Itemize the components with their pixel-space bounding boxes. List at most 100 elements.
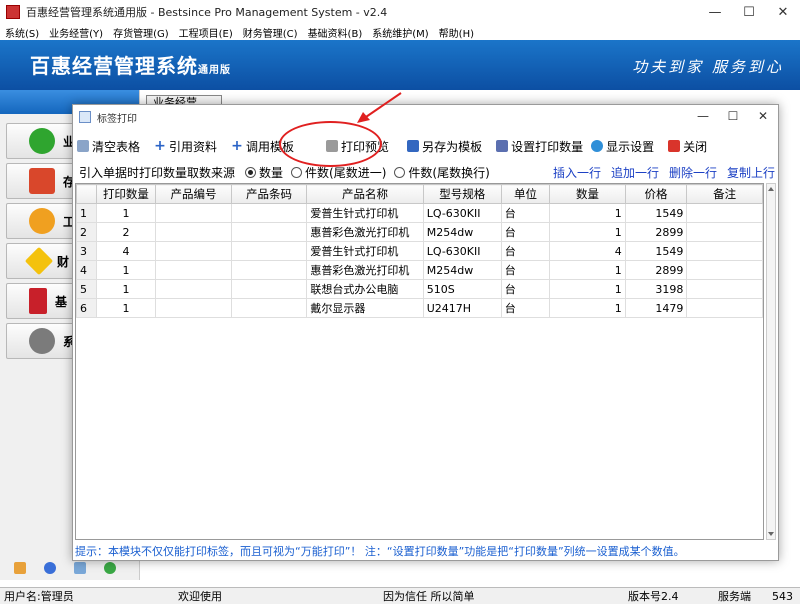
menu-project[interactable]: 工程项目(E): [174, 25, 238, 40]
cell-model[interactable]: U2417H: [422, 298, 502, 318]
menu-basics[interactable]: 基础资料(B): [303, 25, 368, 40]
cell-price[interactable]: 1479: [624, 298, 688, 318]
table-row[interactable]: 4 1 惠普彩色激光打印机 M254dw 台 1 2899: [76, 260, 763, 280]
maximize-icon[interactable]: ☐: [732, 0, 766, 24]
search-icon[interactable]: [74, 562, 86, 574]
col-header-print-qty[interactable]: 打印数量: [95, 184, 157, 204]
col-header-price[interactable]: 价格: [624, 184, 688, 204]
cell-print-qty[interactable]: 1: [95, 298, 157, 318]
menu-system[interactable]: 系统(S): [0, 25, 44, 40]
cell-price[interactable]: 1549: [624, 241, 688, 261]
cell-name[interactable]: 爱普生针式打印机: [306, 203, 424, 223]
display-settings-button[interactable]: 显示设置: [591, 135, 654, 157]
cell-unit[interactable]: 台: [500, 260, 551, 280]
cell-print-qty[interactable]: 1: [95, 260, 157, 280]
cell-model[interactable]: 510S: [422, 279, 502, 299]
cell-barcode[interactable]: [230, 260, 308, 280]
info-icon[interactable]: [44, 562, 56, 574]
table-row[interactable]: 3 4 爱普生针式打印机 LQ-630KII 台 4 1549: [76, 241, 763, 261]
cell-note[interactable]: [686, 203, 763, 223]
cell-barcode[interactable]: [230, 203, 308, 223]
close-icon[interactable]: ✕: [766, 0, 800, 24]
cell-price[interactable]: 2899: [624, 260, 688, 280]
vertical-scrollbar[interactable]: [766, 183, 776, 540]
close-icon[interactable]: ✕: [748, 105, 778, 127]
cell-price[interactable]: 3198: [624, 279, 688, 299]
cell-note[interactable]: [686, 279, 763, 299]
table-row[interactable]: 6 1 戴尔显示器 U2417H 台 1 1479: [76, 298, 763, 318]
clear-table-button[interactable]: 清空表格: [77, 135, 140, 157]
menu-help[interactable]: 帮助(H): [434, 25, 479, 40]
cell-model[interactable]: LQ-630KII: [422, 203, 502, 223]
refresh-icon[interactable]: [104, 562, 116, 574]
cell-code[interactable]: [155, 260, 232, 280]
copy-row-link[interactable]: 复制上行: [727, 164, 775, 181]
cell-note[interactable]: [686, 222, 763, 242]
maximize-icon[interactable]: ☐: [718, 105, 748, 127]
cell-price[interactable]: 2899: [624, 222, 688, 242]
cell-print-qty[interactable]: 1: [95, 279, 157, 299]
col-header-unit[interactable]: 单位: [500, 184, 551, 204]
cell-qty[interactable]: 1: [549, 260, 626, 280]
key-icon[interactable]: [14, 562, 26, 574]
cell-qty[interactable]: 1: [549, 203, 626, 223]
col-header-barcode[interactable]: 产品条码: [230, 184, 308, 204]
import-data-button[interactable]: + 引用资料: [154, 135, 217, 157]
radio-pieces-roundup[interactable]: 件数(尾数进一): [291, 164, 386, 181]
delete-row-link[interactable]: 删除一行: [669, 164, 717, 181]
cell-print-qty[interactable]: 1: [95, 203, 157, 223]
menu-maintenance[interactable]: 系统维护(M): [367, 25, 433, 40]
menu-inventory[interactable]: 存货管理(G): [108, 25, 174, 40]
minimize-icon[interactable]: —: [698, 0, 732, 24]
cell-qty[interactable]: 4: [549, 241, 626, 261]
cell-code[interactable]: [155, 241, 232, 261]
cell-print-qty[interactable]: 4: [95, 241, 157, 261]
cell-name[interactable]: 惠普彩色激光打印机: [306, 260, 424, 280]
cell-name[interactable]: 惠普彩色激光打印机: [306, 222, 424, 242]
cell-model[interactable]: M254dw: [422, 260, 502, 280]
radio-pieces-newline[interactable]: 件数(尾数换行): [394, 164, 490, 181]
insert-row-link[interactable]: 插入一行: [553, 164, 601, 181]
cell-unit[interactable]: 台: [500, 222, 551, 242]
table-row[interactable]: 2 2 惠普彩色激光打印机 M254dw 台 1 2899: [76, 222, 763, 242]
cell-unit[interactable]: 台: [500, 203, 551, 223]
cell-code[interactable]: [155, 298, 232, 318]
col-header-model[interactable]: 型号规格: [422, 184, 502, 204]
save-as-template-button[interactable]: 另存为模板: [407, 135, 482, 157]
cell-code[interactable]: [155, 279, 232, 299]
cell-print-qty[interactable]: 2: [95, 222, 157, 242]
menu-finance[interactable]: 财务管理(C): [238, 25, 303, 40]
col-header-code[interactable]: 产品编号: [155, 184, 232, 204]
minimize-icon[interactable]: —: [688, 105, 718, 127]
col-header-qty[interactable]: 数量: [549, 184, 626, 204]
cell-barcode[interactable]: [230, 298, 308, 318]
set-print-qty-button[interactable]: 设置打印数量: [496, 135, 583, 157]
col-header-note[interactable]: 备注: [686, 184, 763, 204]
menu-business[interactable]: 业务经营(Y): [44, 25, 108, 40]
col-header-name[interactable]: 产品名称: [306, 184, 424, 204]
table-row[interactable]: 5 1 联想台式办公电脑 510S 台 1 3198: [76, 279, 763, 299]
cell-barcode[interactable]: [230, 241, 308, 261]
close-button[interactable]: 关闭: [668, 135, 707, 157]
cell-price[interactable]: 1549: [624, 203, 688, 223]
table-row[interactable]: 1 1 爱普生针式打印机 LQ-630KII 台 1 1549: [76, 203, 763, 223]
cell-note[interactable]: [686, 298, 763, 318]
cell-name[interactable]: 爱普生针式打印机: [306, 241, 424, 261]
cell-barcode[interactable]: [230, 222, 308, 242]
cell-note[interactable]: [686, 260, 763, 280]
radio-quantity[interactable]: 数量: [245, 164, 283, 181]
cell-note[interactable]: [686, 241, 763, 261]
cell-code[interactable]: [155, 203, 232, 223]
cell-unit[interactable]: 台: [500, 279, 551, 299]
append-row-link[interactable]: 追加一行: [611, 164, 659, 181]
cell-qty[interactable]: 1: [549, 222, 626, 242]
cell-name[interactable]: 戴尔显示器: [306, 298, 424, 318]
cell-qty[interactable]: 1: [549, 279, 626, 299]
cell-barcode[interactable]: [230, 279, 308, 299]
cell-unit[interactable]: 台: [500, 241, 551, 261]
cell-model[interactable]: LQ-630KII: [422, 241, 502, 261]
cell-unit[interactable]: 台: [500, 298, 551, 318]
cell-code[interactable]: [155, 222, 232, 242]
cell-model[interactable]: M254dw: [422, 222, 502, 242]
cell-qty[interactable]: 1: [549, 298, 626, 318]
